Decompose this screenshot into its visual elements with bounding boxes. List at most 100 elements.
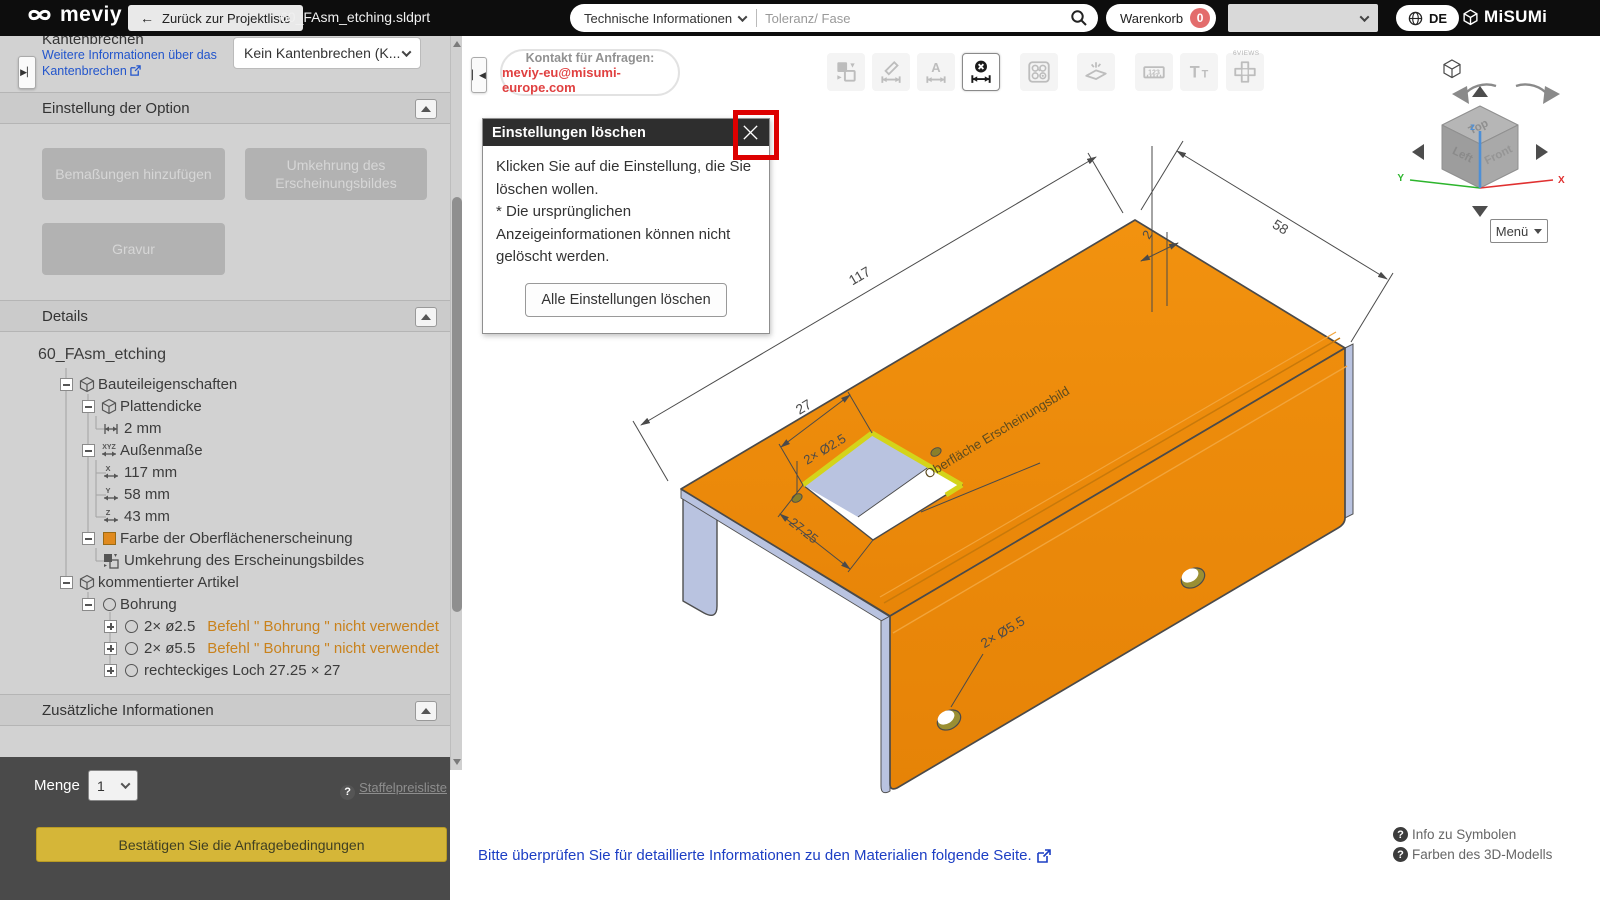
rotate-left-arrow[interactable] [1412, 144, 1424, 160]
panel-collapse-handle[interactable]: ▏◀ [471, 57, 487, 93]
tool-invert-appearance[interactable] [827, 53, 865, 91]
z-axis-icon: Z [102, 508, 120, 525]
collapse-additional-button[interactable] [415, 701, 437, 721]
tree-expander-minus[interactable] [60, 576, 73, 589]
tree-expander-plus[interactable] [104, 620, 117, 633]
tool-delete-dimension[interactable] [962, 53, 1000, 91]
invert-appearance-icon [102, 552, 120, 569]
tree-expander-plus[interactable] [104, 642, 117, 655]
search-icon[interactable] [1070, 9, 1088, 27]
highlight-annotation [733, 110, 779, 160]
tool-six-views[interactable] [1226, 53, 1264, 91]
contact-email-link[interactable]: meviy-eu@misumi-europe.com [502, 65, 678, 95]
tree-expander-minus[interactable] [82, 400, 95, 413]
rotate-cw-arrowhead[interactable] [1543, 86, 1560, 104]
tree-row: Bohrung [0, 594, 450, 616]
tree-row: Z 43 mm [0, 506, 450, 528]
rotate-cw-icon[interactable] [1516, 84, 1549, 96]
misumi-logo[interactable]: MiSUMi [1462, 7, 1547, 27]
tree-item-label[interactable]: 43 mm [124, 508, 170, 525]
materials-info-link[interactable]: Bitte überprüfen Sie für detaillierte In… [478, 847, 1051, 864]
tree-item-label[interactable]: 2× ø2.5Befehl " Bohrung " nicht verwende… [144, 618, 439, 635]
tree-row: Y 58 mm [0, 484, 450, 506]
tree-item-label[interactable]: 58 mm [124, 486, 170, 503]
tool-hole-settings[interactable] [1020, 53, 1058, 91]
tree-expander-minus[interactable] [82, 598, 95, 611]
tree-item-label[interactable]: Außenmaße [120, 442, 203, 459]
xyz-dimensions-icon: XYZ [100, 442, 118, 459]
tree-root-label[interactable]: 60_FAsm_etching [38, 346, 166, 364]
tool-engrave[interactable] [1077, 53, 1115, 91]
language-button[interactable]: DE [1396, 5, 1459, 31]
open-filename: 60_FAsm_etching.sldprt [280, 9, 430, 25]
tree-item-label[interactable]: Plattendicke [120, 398, 202, 415]
tool-text-style[interactable]: TT [1180, 53, 1218, 91]
info-symbols-link[interactable]: ?Info zu Symbolen [1393, 827, 1516, 842]
tree-row: kommentierter Artikel [0, 572, 450, 594]
tree-item-label[interactable]: Bauteileigenschaften [98, 376, 237, 393]
tree-row: 2× ø2.5Befehl " Bohrung " nicht verwende… [0, 616, 450, 638]
thickness-icon [102, 420, 120, 437]
tree-expander-minus[interactable] [60, 378, 73, 391]
flange-front-left-edge [881, 616, 890, 793]
tree-expander-plus[interactable] [104, 664, 117, 677]
delete-all-settings-button[interactable]: Alle Einstellungen löschen [525, 283, 726, 317]
rotate-down-arrow[interactable] [1472, 206, 1488, 217]
tree-expander-minus[interactable] [82, 444, 95, 457]
scroll-up-arrow[interactable] [452, 38, 462, 50]
delete-settings-dialog: Einstellungen löschen Klicken Sie auf di… [482, 118, 770, 334]
y-axis-label: Y [1397, 173, 1404, 184]
tree-item-note: Befehl " Bohrung " nicht verwendet [207, 640, 439, 657]
tree-item-label[interactable]: Farbe der Oberflächenerscheinung [120, 530, 353, 547]
tier-price-link[interactable]: ?Staffelpreisliste [0, 780, 447, 800]
tree-item-label[interactable]: 117 mm [124, 464, 177, 481]
hole-icon [122, 618, 140, 635]
x-axis-label: X [1558, 175, 1565, 186]
search-category-select[interactable]: Technische Informationen [584, 9, 757, 27]
dialog-text-1: Klicken Sie auf die Einstellung, die Sie… [496, 156, 756, 201]
tool-edit-dimension[interactable] [872, 53, 910, 91]
back-to-projects-button[interactable]: ←Zurück zur Projektliste [128, 5, 303, 31]
dialog-title: Einstellungen löschen [492, 125, 646, 141]
six-views-label: 6VIEWS [1233, 50, 1259, 57]
scrollbar-thumb[interactable] [452, 197, 462, 612]
rotate-right-arrow[interactable] [1536, 144, 1548, 160]
svg-text:T: T [1202, 68, 1209, 80]
tree-expander-minus[interactable] [82, 532, 95, 545]
dialog-text-2: * Die ursprünglichen Anzeigeinformatione… [496, 201, 756, 269]
tree-row: Farbe der Oberflächenerscheinung [0, 528, 450, 550]
rotate-ccw-arrowhead[interactable] [1452, 86, 1469, 104]
external-link-icon [1037, 849, 1051, 863]
tool-text-dimension[interactable]: A [917, 53, 955, 91]
tool-measure[interactable]: 123 [1135, 53, 1173, 91]
svg-text:X: X [105, 464, 110, 473]
infinity-icon [26, 5, 56, 25]
hole-icon [122, 640, 140, 657]
tree-row: Umkehrung des Erscheinungsbildes [0, 550, 450, 572]
flange-front-right-edge [1345, 344, 1353, 518]
confirm-request-button[interactable]: Bestätigen Sie die Anfragebedingungen [36, 827, 447, 862]
tree-item-label[interactable]: 2× ø5.5Befehl " Bohrung " nicht verwende… [144, 640, 439, 657]
contact-card: Kontakt für Anfragen: meviy-eu@misumi-eu… [500, 49, 680, 96]
dialog-title-bar[interactable]: Einstellungen löschen [483, 119, 769, 146]
header-select[interactable] [1228, 4, 1378, 32]
scroll-down-arrow[interactable] [452, 756, 462, 768]
sidebar-scrollbar[interactable] [450, 36, 462, 770]
search-input[interactable] [757, 11, 1070, 26]
meviy-logo[interactable]: meviy [26, 3, 122, 27]
question-icon: ? [1393, 827, 1408, 842]
tree-item-label[interactable]: Bohrung [120, 596, 177, 613]
cart-button[interactable]: Warenkorb0 [1106, 4, 1216, 32]
tree-item-label[interactable]: rechteckiges Loch 27.25 × 27 [144, 662, 340, 679]
cube-icon[interactable] [1444, 60, 1460, 78]
cube-icon [78, 376, 96, 393]
view-menu-button[interactable]: Menü [1490, 219, 1548, 243]
tree-item-label[interactable]: kommentierter Artikel [98, 574, 239, 591]
tree-item-label[interactable]: 2 mm [124, 420, 162, 437]
tree-item-label[interactable]: Umkehrung des Erscheinungsbildes [124, 552, 364, 569]
tree-row: XYZ Außenmaße [0, 440, 450, 462]
cube-icon [78, 574, 96, 591]
svg-text:T: T [1190, 63, 1200, 81]
svg-text:A: A [931, 60, 941, 75]
model-colors-link[interactable]: ?Farben des 3D-Modells [1393, 847, 1552, 862]
